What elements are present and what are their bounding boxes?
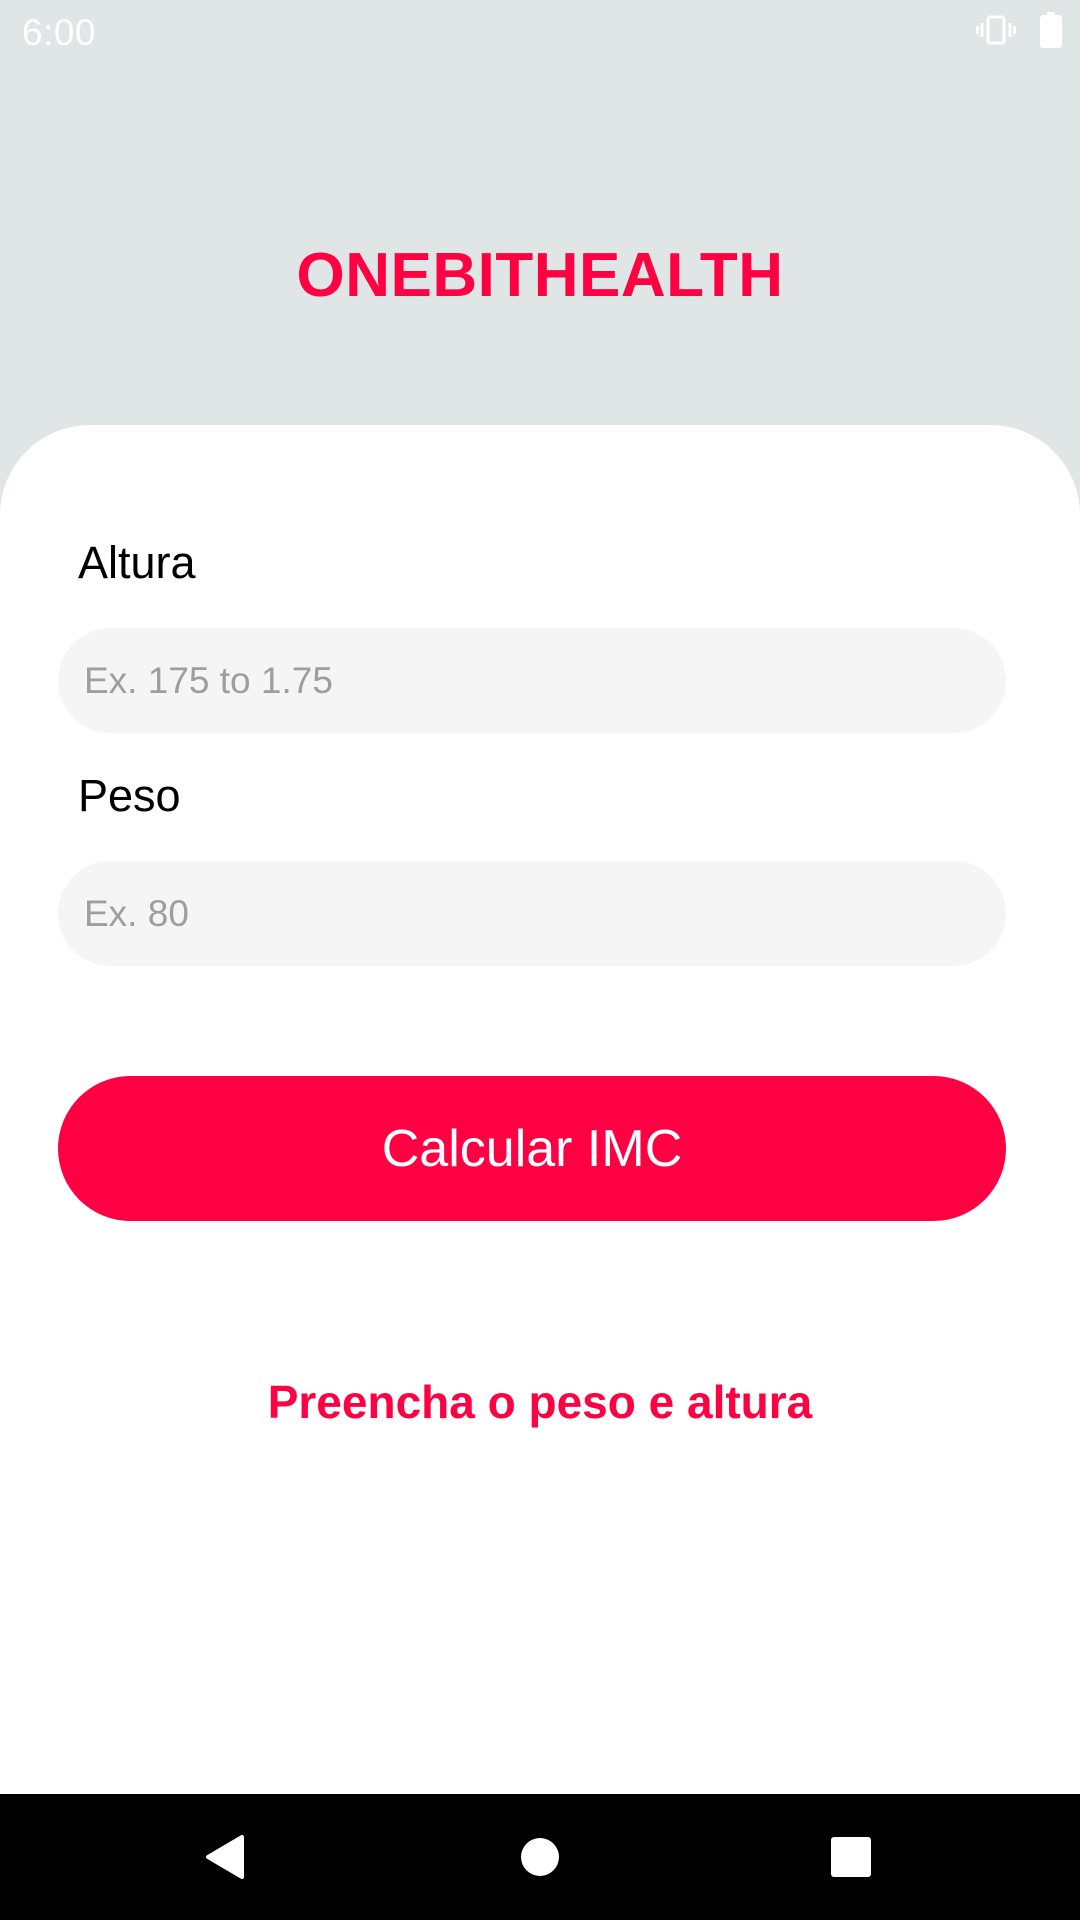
- home-button[interactable]: [507, 1824, 573, 1890]
- status-bar: 6:00: [0, 0, 1080, 63]
- app-title: ONEBITHEALTH: [296, 241, 784, 310]
- recents-icon: [831, 1837, 871, 1877]
- recents-button[interactable]: [818, 1824, 884, 1890]
- calculate-imc-button[interactable]: Calcular IMC: [58, 1076, 1006, 1221]
- height-input[interactable]: [58, 628, 1006, 733]
- height-label: Altura: [78, 537, 196, 588]
- battery-icon: [1040, 12, 1062, 48]
- form-card: Altura Peso Calcular IMC Preencha o peso…: [0, 425, 1080, 1794]
- back-icon: [202, 1833, 246, 1881]
- status-time: 6:00: [22, 12, 97, 53]
- vibrate-icon: [976, 15, 1016, 45]
- home-icon: [520, 1837, 560, 1877]
- weight-input[interactable]: [58, 861, 1006, 966]
- status-icons: [976, 12, 1062, 48]
- weight-label: Peso: [78, 770, 181, 821]
- result-message: Preencha o peso e altura: [267, 1376, 813, 1428]
- navigation-bar: [0, 1794, 1080, 1920]
- back-button[interactable]: [191, 1824, 257, 1890]
